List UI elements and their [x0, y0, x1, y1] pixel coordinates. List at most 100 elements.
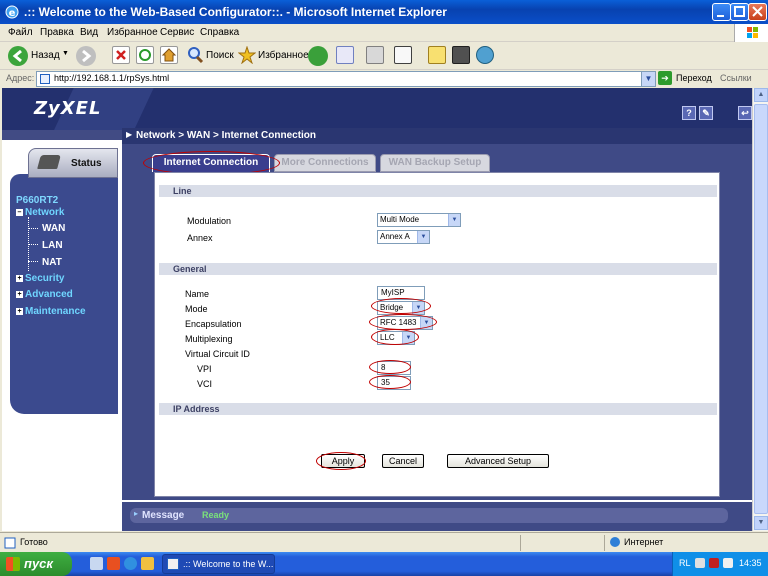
minimize-button[interactable]	[712, 3, 731, 21]
back-arrow-icon	[12, 49, 22, 63]
favorites-label[interactable]: Избранное	[258, 50, 309, 61]
close-button[interactable]	[748, 3, 767, 21]
section-line: Line	[159, 185, 717, 197]
menu-file[interactable]: Файл	[8, 27, 33, 38]
scroll-up-icon[interactable]: ▲	[754, 88, 768, 102]
edit-icon[interactable]	[394, 46, 412, 64]
sidebar-item-lan[interactable]: LAN	[42, 240, 63, 251]
address-input[interactable]: http://192.168.1.1/rpSys.html ▼	[36, 71, 656, 87]
links-label[interactable]: Ссылки	[720, 73, 752, 83]
address-url[interactable]: http://192.168.1.1/rpSys.html	[54, 73, 169, 83]
ie-icon: e	[5, 5, 19, 19]
show-desktop-icon[interactable]	[90, 557, 103, 570]
search-label[interactable]: Поиск	[206, 50, 234, 61]
quicklaunch-ie-icon[interactable]	[124, 557, 137, 570]
search-icon[interactable]	[186, 46, 204, 64]
scroll-down-icon[interactable]: ▼	[754, 516, 768, 530]
favorites-icon[interactable]	[237, 45, 257, 65]
title-bar[interactable]: e .:: Welcome to the Web-Based Configura…	[0, 0, 768, 24]
quicklaunch-app-icon[interactable]	[107, 557, 120, 570]
star-icon	[237, 45, 257, 65]
security-label: Security	[25, 273, 65, 284]
router-icon	[37, 155, 61, 169]
vci-input[interactable]: 35	[377, 376, 411, 390]
advanced-setup-button[interactable]: Advanced Setup	[447, 454, 549, 468]
menu-view[interactable]: Вид	[80, 27, 98, 38]
go-label[interactable]: Переход	[676, 73, 712, 83]
menu-help[interactable]: Справка	[200, 27, 239, 38]
k-icon[interactable]	[452, 46, 470, 64]
back-dropdown-icon[interactable]: ▼	[62, 50, 69, 57]
cancel-button[interactable]: Cancel	[382, 454, 424, 468]
multiplexing-select[interactable]: LLC ▼	[377, 331, 415, 345]
help-icon[interactable]: ?	[682, 106, 696, 120]
multiplexing-label: Multiplexing	[185, 334, 233, 344]
tray-icon[interactable]	[695, 558, 705, 568]
print-icon[interactable]	[366, 46, 384, 64]
address-bar: Адрес: http://192.168.1.1/rpSys.html ▼ ➔…	[0, 70, 768, 88]
vpi-label: VPI	[197, 364, 212, 374]
toolbar: Назад ▼ Поиск Избранное	[0, 42, 768, 70]
window-title: .:: Welcome to the Web-Based Configurato…	[24, 5, 447, 19]
history-icon[interactable]	[308, 46, 328, 66]
tab-internet-connection[interactable]: Internet Connection	[152, 154, 270, 172]
encapsulation-value: RFC 1483	[380, 318, 417, 327]
magnifier-icon	[188, 47, 204, 64]
taskbar-ie-window[interactable]: .:: Welcome to the W...	[162, 554, 275, 574]
note-icon[interactable]	[428, 46, 446, 64]
svg-text:e: e	[9, 8, 16, 19]
vertical-scrollbar[interactable]: ▲ ▼	[752, 88, 768, 531]
expand-icon: +	[16, 308, 23, 315]
breadcrumb-arrow-icon: ▶	[126, 130, 133, 139]
mode-select[interactable]: Bridge ▼	[377, 301, 425, 315]
start-label: пуск	[24, 556, 53, 571]
expand-icon: +	[16, 291, 23, 298]
tab-wan-backup-setup[interactable]: WAN Backup Setup	[380, 154, 490, 172]
sidebar-item-wan[interactable]: WAN	[42, 223, 65, 234]
address-dropdown-icon[interactable]: ▼	[641, 72, 655, 86]
modulation-select[interactable]: Multi Mode ▼	[377, 213, 461, 227]
quicklaunch-folder-icon[interactable]	[141, 557, 154, 570]
status-tab[interactable]: Status	[28, 148, 118, 178]
sidebar-item-security[interactable]: + Security	[16, 273, 64, 284]
go-icon[interactable]: ➔	[658, 71, 672, 85]
back-icon[interactable]	[8, 46, 28, 66]
start-button[interactable]: пуск	[0, 552, 72, 576]
sidebar-item-network[interactable]: – Network	[16, 207, 64, 218]
logout-icon[interactable]: ↩	[738, 106, 752, 120]
clock: 14:35	[739, 558, 762, 568]
refresh-icon[interactable]	[136, 46, 154, 64]
annex-select[interactable]: Annex A ▼	[377, 230, 430, 244]
volume-icon[interactable]	[723, 558, 733, 568]
sidebar-item-advanced[interactable]: + Advanced	[16, 289, 73, 300]
tab-more-connections[interactable]: More Connections	[274, 154, 376, 172]
messenger-icon[interactable]	[476, 46, 494, 64]
apply-button[interactable]: Apply	[321, 454, 365, 468]
mail-icon[interactable]	[336, 46, 354, 64]
maximize-button[interactable]	[730, 3, 749, 21]
tray-icon[interactable]	[709, 558, 719, 568]
vci-label: VCI	[197, 379, 213, 389]
forward-icon[interactable]	[76, 46, 96, 66]
expand-icon: +	[16, 275, 23, 282]
back-label[interactable]: Назад	[31, 50, 60, 61]
browser-window: e .:: Welcome to the Web-Based Configura…	[0, 0, 768, 552]
windows-logo	[734, 24, 768, 42]
page-icon	[40, 74, 50, 84]
stop-icon[interactable]	[112, 46, 130, 64]
menu-tools[interactable]: Сервис	[160, 27, 194, 38]
name-input[interactable]: MyISP	[377, 286, 425, 300]
menu-favorites[interactable]: Избранное	[107, 27, 158, 38]
scroll-thumb[interactable]	[754, 104, 768, 514]
system-tray: RL 14:35	[672, 552, 768, 576]
status-text: Готово	[20, 537, 48, 547]
wizard-icon[interactable]: ✎	[699, 106, 713, 120]
sidebar-item-maintenance[interactable]: + Maintenance	[16, 306, 86, 317]
home-icon[interactable]	[160, 46, 178, 64]
sidebar-item-nat[interactable]: NAT	[42, 257, 62, 268]
language-indicator[interactable]: RL	[679, 558, 691, 568]
encapsulation-select[interactable]: RFC 1483 ▼	[377, 316, 433, 330]
menu-edit[interactable]: Правка	[40, 27, 74, 38]
mode-value: Bridge	[380, 303, 404, 312]
vpi-input[interactable]: 8	[377, 361, 411, 375]
